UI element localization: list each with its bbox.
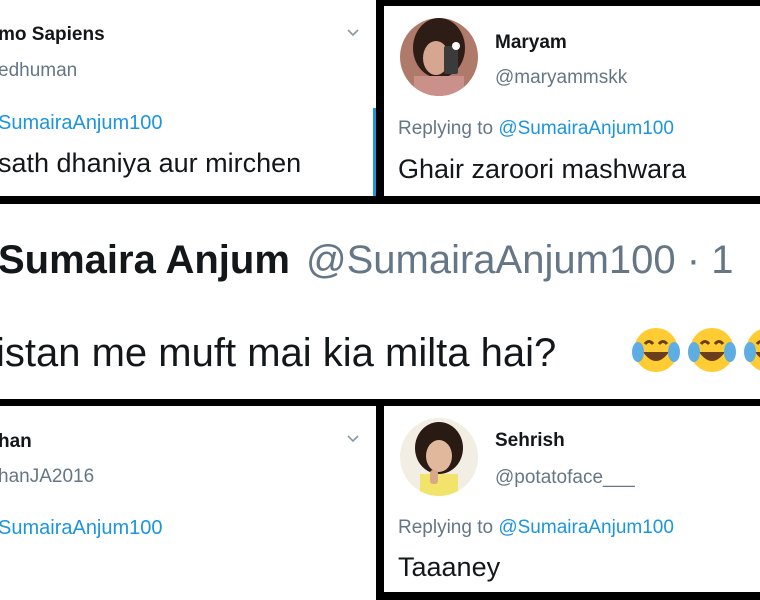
chevron-down-icon[interactable] — [347, 27, 359, 39]
author-name[interactable]: mo Sapiens — [0, 24, 105, 46]
scroll-indicator — [373, 108, 376, 196]
reply-to-link[interactable]: SumairaAnjum100 — [0, 517, 163, 540]
author-name[interactable]: Sehrish — [495, 430, 565, 452]
tweet-text: sath dhaniya aur mirchen — [0, 148, 302, 178]
author-handle: edhuman — [0, 60, 78, 81]
author-handle: @maryammskk — [495, 67, 628, 88]
author-handle: @SumairaAnjum100 · 1 — [306, 238, 734, 282]
reply-tweet-bottom-left[interactable]: han hanJA2016 SumairaAnjum100 — [0, 406, 376, 600]
face-with-tears-of-joy-icon — [744, 329, 760, 371]
tweet-text: Taaaney — [398, 552, 501, 582]
reply-to-link[interactable]: @SumairaAnjum100 — [498, 118, 674, 139]
replying-to: Replying to @SumairaAnjum100 — [398, 118, 674, 140]
face-with-tears-of-joy-icon — [632, 328, 680, 372]
replying-to: Replying to @SumairaAnjum100 — [398, 517, 674, 539]
reply-to-link[interactable]: @SumairaAnjum100 — [498, 517, 674, 538]
author-name[interactable]: Sumaira Anjum — [0, 238, 290, 283]
reply-tweet-top-left[interactable]: mo Sapiens edhuman SumairaAnjum100 sath … — [0, 0, 376, 196]
replying-to-label: Replying to — [398, 118, 494, 139]
face-with-tears-of-joy-icon — [688, 328, 736, 372]
author-handle: @potatoface___ — [495, 467, 635, 488]
reply-tweet-bottom-right[interactable]: Sehrish @potatoface___ Replying to @Suma… — [384, 406, 760, 592]
tweet-text: istan me muft mai kia milta hai? — [0, 331, 557, 375]
author-name[interactable]: han — [0, 431, 32, 453]
reply-to-link[interactable]: SumairaAnjum100 — [0, 112, 163, 135]
chevron-down-icon[interactable] — [347, 433, 359, 445]
replying-to-label: Replying to — [398, 517, 494, 538]
author-name[interactable]: Maryam — [495, 32, 567, 54]
avatar[interactable] — [400, 18, 478, 96]
avatar[interactable] — [400, 418, 478, 496]
main-tweet[interactable]: Sumaira Anjum @SumairaAnjum100 · 1 istan… — [0, 204, 760, 399]
tweet-text: Ghair zaroori mashwara — [398, 154, 687, 184]
reply-tweet-top-right[interactable]: Maryam @maryammskk Replying to @SumairaA… — [384, 6, 760, 196]
author-handle: hanJA2016 — [0, 466, 95, 487]
